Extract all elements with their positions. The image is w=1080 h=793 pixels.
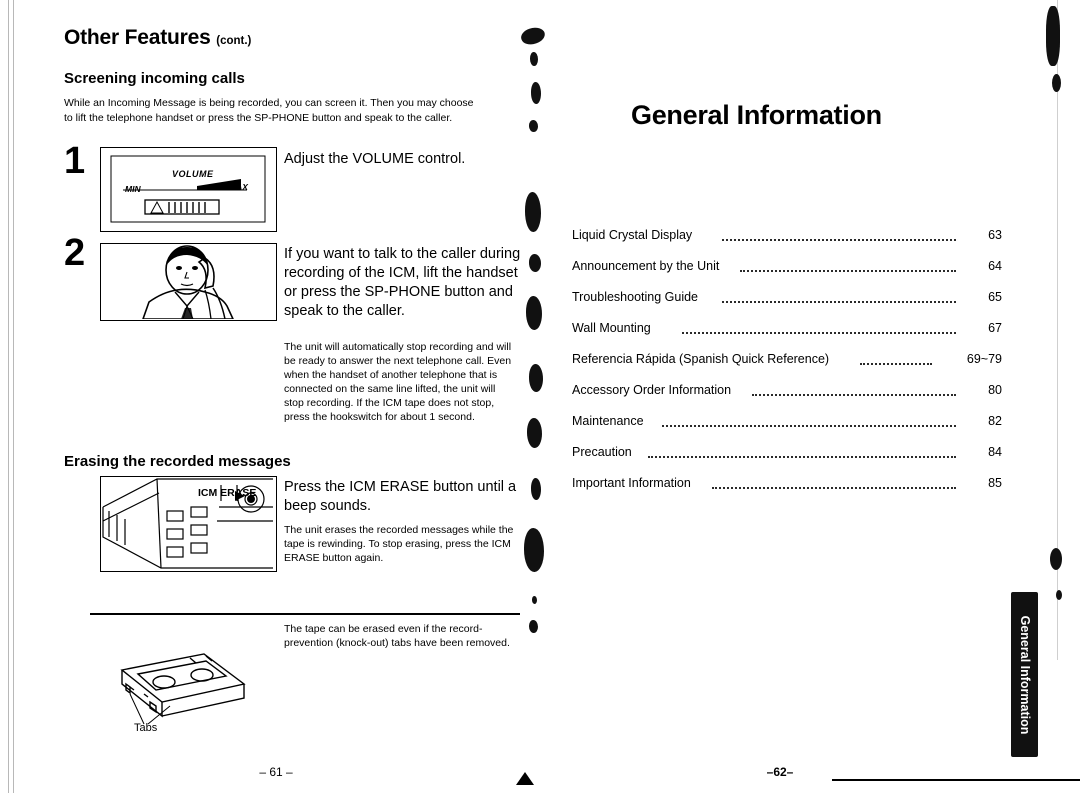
tape-note: The tape can be erased even if the recor… <box>284 623 510 649</box>
volume-max-label: MAX <box>229 182 248 192</box>
toc-leader-dots <box>712 487 956 489</box>
toc-leader-dots <box>722 239 956 241</box>
toc-leader-dots <box>662 425 956 427</box>
man-on-phone-illustration <box>100 243 277 321</box>
toc-entry-label: Precaution <box>572 445 632 459</box>
toc-entry-label: Accessory Order Information <box>572 383 732 397</box>
left-page: Other Features (cont.) Screening incomin… <box>26 0 526 793</box>
document-page: Other Features (cont.) Screening incomin… <box>0 0 1080 793</box>
toc-leader-dots <box>740 270 956 272</box>
toc-entry-page: 82 <box>988 414 1002 428</box>
toc-entry-label: Liquid Crystal Display <box>572 228 693 242</box>
table-of-contents: Liquid Crystal Display 63 Announcement b… <box>572 228 1002 507</box>
section-side-tab-label: General Information <box>1017 615 1032 734</box>
step-2-text: If you want to talk to the caller during… <box>284 246 521 319</box>
toc-leader-dots <box>682 332 956 334</box>
step-2-note: The unit will automatically stop recordi… <box>284 341 512 423</box>
toc-entry-label: Maintenance <box>572 414 644 428</box>
page-title-text: Other Features <box>64 26 211 49</box>
center-triangle-marker <box>516 772 534 785</box>
right-page: General Information Liquid Crystal Displ… <box>572 0 1055 793</box>
general-information-title: General Information <box>631 100 882 130</box>
toc-entry-page: 64 <box>988 259 1002 273</box>
toc-entry-page: 80 <box>988 383 1002 397</box>
toc-entry-page: 63 <box>988 228 1002 242</box>
toc-entry-page: 69~79 <box>966 352 1002 366</box>
intro-paragraph: While an Incoming Message is being recor… <box>64 97 474 124</box>
toc-entry[interactable]: Troubleshooting Guide 65 <box>572 290 1002 321</box>
cassette-tape-illustration <box>86 640 256 740</box>
toc-leader-dots <box>752 394 956 396</box>
scan-artifact <box>1052 74 1061 92</box>
step-number-1: 1 <box>64 140 86 182</box>
section-side-tab[interactable]: General Information <box>1011 592 1038 757</box>
bottom-rule <box>832 779 1080 781</box>
right-page-number: –62– <box>766 765 794 779</box>
toc-entry-label: Troubleshooting Guide <box>572 290 699 304</box>
binder-line <box>13 0 14 793</box>
scan-artifact <box>1056 590 1062 600</box>
scan-artifact <box>1046 6 1060 66</box>
step-number-2: 2 <box>64 232 86 274</box>
tabs-caption: Tabs <box>134 722 158 734</box>
toc-entry[interactable]: Referencia Rápida (Spanish Quick Referen… <box>572 352 1002 383</box>
section-divider <box>90 613 520 615</box>
toc-entry-label: Important Information <box>572 476 691 490</box>
toc-entry-page: 65 <box>988 290 1002 304</box>
page-title-suffix: (cont.) <box>216 35 252 47</box>
binder-edge <box>0 0 26 793</box>
toc-entry[interactable]: Announcement by the Unit 64 <box>572 259 1002 290</box>
heading-erasing-recorded-messages: Erasing the recorded messages <box>64 453 291 470</box>
toc-entry-label: Announcement by the Unit <box>572 259 720 273</box>
toc-entry[interactable]: Important Information 85 <box>572 476 1002 507</box>
step-1-text: Adjust the VOLUME control. <box>284 151 466 167</box>
volume-label: VOLUME <box>172 169 214 179</box>
toc-entry-page: 67 <box>988 321 1002 335</box>
toc-leader-dots <box>648 456 956 458</box>
toc-leader-dots <box>860 363 932 365</box>
binder-line <box>8 0 9 793</box>
scan-artifact <box>1050 548 1062 570</box>
erase-instruction: Press the ICM ERASE button until a beep … <box>284 479 517 514</box>
toc-entry-page: 84 <box>988 445 1002 459</box>
page-title: Other Features (cont.) <box>64 26 251 50</box>
erase-note: The unit erases the recorded messages wh… <box>284 524 514 564</box>
scan-gutter-artifacts <box>505 0 1058 793</box>
toc-entry[interactable]: Liquid Crystal Display 63 <box>572 228 1002 259</box>
icm-erase-label: ICM ERASE <box>198 487 257 499</box>
toc-entry[interactable]: Wall Mounting 67 <box>572 321 1002 352</box>
toc-entry-label: Wall Mounting <box>572 321 651 335</box>
toc-entry-label: Referencia Rápida (Spanish Quick Referen… <box>572 352 830 366</box>
left-page-number: – 61 – <box>259 765 293 779</box>
toc-entry[interactable]: Precaution 84 <box>572 445 1002 476</box>
toc-entry-page: 85 <box>988 476 1002 490</box>
volume-min-label: MIN <box>125 184 141 194</box>
toc-leader-dots <box>722 301 956 303</box>
toc-entry[interactable]: Accessory Order Information 80 <box>572 383 1002 414</box>
toc-entry[interactable]: Maintenance 82 <box>572 414 1002 445</box>
heading-screening-incoming-calls: Screening incoming calls <box>64 70 245 87</box>
